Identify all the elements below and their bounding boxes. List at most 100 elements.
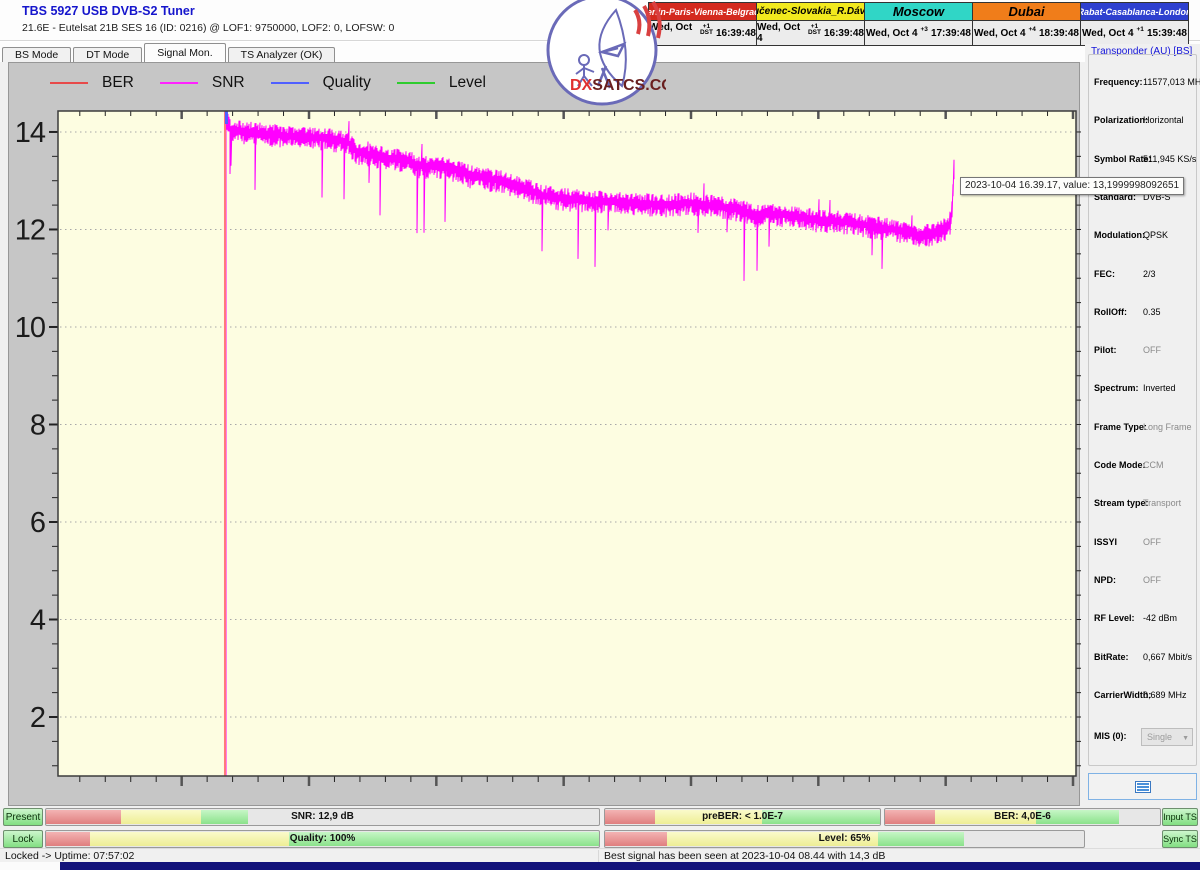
svg-text:14: 14 — [15, 117, 46, 149]
tab-signal-mon-[interactable]: Signal Mon. — [144, 43, 225, 62]
field-value: 0.35 — [1143, 307, 1161, 317]
world-clocks: Berlin-Paris-Vienna-BelgradeWed, Oct 4+1… — [649, 2, 1189, 46]
meter-label: preBER: < 1.0E-7 — [605, 811, 880, 822]
list-icon — [1135, 781, 1151, 793]
quality-meter: Quality: 100% — [45, 830, 600, 848]
legend-label: SNR — [212, 74, 245, 92]
chart-legend: BER SNR Quality Level — [50, 74, 512, 92]
sync-ts-button[interactable]: Sync TS — [1162, 830, 1198, 848]
transponder-subtitle: 21.6E - Eutelsat 21B SES 16 (ID: 0216) @… — [22, 22, 394, 34]
field-value: 11577,013 MHz — [1143, 77, 1200, 87]
transponder-row: FEC: 2/3 — [1089, 269, 1198, 283]
clock-city: Dubai — [973, 3, 1080, 21]
field-value: OFF — [1143, 345, 1161, 355]
svg-text:6: 6 — [30, 507, 45, 539]
app-title: TBS 5927 USB DVB-S2 Tuner — [22, 4, 195, 18]
chart-plot[interactable]: 2468101214 — [9, 63, 1081, 807]
field-label: Frequency: — [1094, 77, 1143, 87]
legend-line-sample — [160, 82, 198, 84]
tab-ts-analyzer-ok-[interactable]: TS Analyzer (OK) — [228, 47, 336, 62]
svg-text:10: 10 — [15, 312, 45, 344]
clock-time: Wed, Oct 4+317:39:48 — [865, 21, 972, 45]
signal-monitor-chart[interactable]: BER SNR Quality Level 2468101214 — [8, 62, 1080, 806]
field-label: FEC: — [1094, 269, 1115, 279]
transponder-groupbox: Frequency:11577,013 MHz Polarization:Hori… — [1088, 54, 1197, 766]
field-value: Long Frame — [1143, 422, 1192, 432]
tbs-tuner-window: TBS 5927 USB DVB-S2 Tuner 21.6E - Eutels… — [0, 0, 1200, 870]
ber-meter: BER: 4,0E-6 — [884, 808, 1161, 826]
logo-text: DXSATCS.COM — [570, 77, 666, 94]
legend-item-level: Level — [397, 74, 486, 92]
signal-waves-icon — [635, 2, 660, 38]
field-label: NPD: — [1094, 575, 1116, 585]
field-label: MIS (0): — [1094, 731, 1127, 741]
field-value: Horizontal — [1143, 115, 1184, 125]
clock-time: Wed, Oct 4+1DST16:39:48 — [757, 21, 864, 45]
chevron-down-icon: ▼ — [1182, 735, 1189, 742]
transponder-row: Polarization:Horizontal — [1089, 115, 1198, 129]
legend-item-snr: SNR — [160, 74, 245, 92]
field-label: ISSYI — [1094, 537, 1117, 547]
legend-line-sample — [397, 82, 435, 84]
field-label: RollOff: — [1094, 307, 1127, 317]
field-label: Code Mode: — [1094, 460, 1146, 470]
clock-city: Moscow — [865, 3, 972, 21]
transponder-row: NPD:OFF — [1089, 575, 1198, 589]
transponder-row: Spectrum:Inverted — [1089, 383, 1198, 397]
clock-city: Rabat-Casablanca-London — [1081, 3, 1188, 21]
transponder-row: Code Mode:CCM — [1089, 460, 1198, 474]
clock-5: Rabat-Casablanca-LondonWed, Oct 4+115:39… — [1080, 2, 1189, 46]
transponder-row: Pilot: OFF — [1089, 345, 1198, 359]
transponder-row: Modulation:QPSK — [1089, 230, 1198, 244]
transponder-row: RF Level: -42 dBm — [1089, 613, 1198, 627]
panel-button[interactable] — [1088, 773, 1197, 800]
dxsatcs-logo: DXSATCS.COM — [540, 0, 666, 110]
field-value: QPSK — [1143, 230, 1168, 240]
mode-tabbar: BS ModeDT ModeSignal Mon.TS Analyzer (OK… — [2, 46, 337, 62]
transponder-row: Symbol Rate:511,945 KS/s — [1089, 154, 1198, 168]
field-label: BitRate: — [1094, 652, 1129, 662]
meter-label: BER: 4,0E-6 — [885, 811, 1160, 822]
meter-label: Quality: 100% — [46, 833, 599, 844]
field-value: 2/3 — [1143, 269, 1156, 279]
lock-indicator-button[interactable]: Lock — [3, 830, 43, 848]
preber-meter: preBER: < 1.0E-7 — [604, 808, 881, 826]
transponder-row: BitRate: 0,667 Mbit/s — [1089, 652, 1198, 666]
mis-row: MIS (0): Single▼ — [1089, 731, 1198, 745]
field-value: -42 dBm — [1143, 613, 1177, 623]
legend-line-sample — [50, 82, 88, 84]
transponder-row: ISSYI OFF — [1089, 537, 1198, 551]
bottom-strip — [0, 862, 1200, 870]
field-value: OFF — [1143, 537, 1161, 547]
taskbar-edge — [60, 862, 1200, 870]
tab-dt-mode[interactable]: DT Mode — [73, 47, 142, 62]
legend-label: Quality — [323, 74, 371, 92]
transponder-row: Stream type:Transport — [1089, 498, 1198, 512]
field-label: Frame Type: — [1094, 422, 1147, 432]
chart-tooltip: 2023-10-04 16.39.17, value: 13,199999809… — [960, 177, 1184, 195]
field-value: Transport — [1143, 498, 1181, 508]
tab-bs-mode[interactable]: BS Mode — [2, 47, 71, 62]
legend-line-sample — [271, 82, 309, 84]
mis-dropdown[interactable]: Single▼ — [1141, 728, 1193, 746]
field-label: Modulation: — [1094, 230, 1145, 240]
snr-meter: SNR: 12,9 dB — [45, 808, 600, 826]
meter-label: Level: 65% — [605, 833, 1084, 844]
transponder-row: Frequency:11577,013 MHz — [1089, 77, 1198, 91]
field-value: 0,667 Mbit/s — [1143, 652, 1192, 662]
field-label: Spectrum: — [1094, 383, 1139, 393]
clock-city: Lučenec-Slovakia_R.Dávid — [757, 3, 864, 21]
field-value: 511,945 KS/s — [1143, 154, 1196, 164]
present-indicator-button[interactable]: Present — [3, 808, 43, 826]
transponder-row: RollOff: 0.35 — [1089, 307, 1198, 321]
field-label: Polarization: — [1094, 115, 1148, 125]
field-label: RF Level: — [1094, 613, 1135, 623]
transponder-row: Frame Type:Long Frame — [1089, 422, 1198, 436]
field-label: Pilot: — [1094, 345, 1117, 355]
input-ts-button[interactable]: Input TS — [1162, 808, 1198, 826]
statusbar: Locked -> Uptime: 07:57:02 Best signal h… — [0, 848, 1200, 862]
legend-label: BER — [102, 74, 134, 92]
legend-label: Level — [449, 74, 486, 92]
legend-item-ber: BER — [50, 74, 134, 92]
field-label: Stream type: — [1094, 498, 1149, 508]
